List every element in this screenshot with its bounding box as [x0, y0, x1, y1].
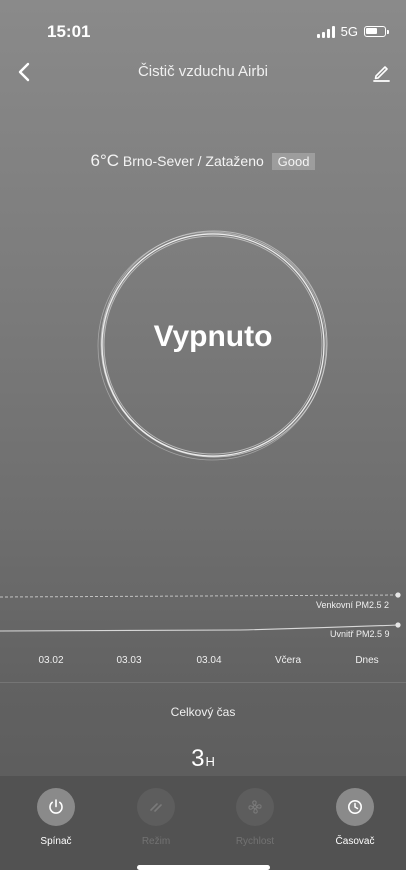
battery-icon	[364, 26, 389, 37]
temperature: 6°C	[90, 151, 120, 170]
air-quality-badge: Good	[271, 153, 316, 170]
timer-icon[interactable]	[336, 788, 374, 826]
page-title: Čistič vzduchu Airbi	[137, 63, 269, 80]
power-icon[interactable]	[37, 788, 75, 826]
outdoor-pm25-label: Venkovní PM2.5 2	[316, 600, 390, 610]
outdoor-pm25-line	[0, 594, 399, 598]
indoor-pm25-point	[395, 622, 401, 628]
divider	[0, 682, 406, 683]
fan-icon[interactable]	[236, 788, 274, 826]
date-label: 03.02	[38, 655, 64, 666]
total-time-label: Celkový čas	[170, 705, 236, 719]
power-state-label: Vypnuto	[153, 320, 273, 353]
location-condition: Brno-Sever / Zataženo	[122, 153, 264, 169]
outdoor-pm25-point	[395, 592, 401, 598]
speed-label: Rychlost	[235, 836, 275, 847]
status-bar: 15:01 5G	[0, 0, 406, 46]
date-axis: 03.02 03.03 03.04 Včera Dnes	[0, 655, 406, 671]
control-bar: Spínač Režim Rychlost Časovač	[0, 776, 406, 870]
signal-icon	[316, 25, 335, 38]
status-indicators: 5G	[316, 24, 389, 39]
mode-icon[interactable]	[137, 788, 175, 826]
mode-label: Režim	[141, 836, 171, 847]
power-label: Spínač	[40, 836, 72, 847]
home-indicator[interactable]	[137, 865, 270, 870]
timer-button[interactable]: Časovač	[320, 788, 390, 847]
network-type: 5G	[340, 24, 358, 39]
total-time-number: 3	[191, 745, 205, 772]
edit-icon[interactable]	[370, 61, 392, 83]
app-screen: 15:01 5G Čistič vzduchu Airbi 6°C Brno-S…	[0, 0, 406, 870]
timer-label: Časovač	[335, 836, 375, 847]
date-label: Včera	[274, 655, 302, 666]
weather-info: 6°C Brno-Sever / Zataženo Good	[0, 151, 406, 171]
indoor-pm25-label: Uvnitř PM2.5 9	[330, 629, 390, 639]
total-time-unit: H	[205, 754, 215, 769]
date-label: 03.04	[196, 655, 222, 666]
date-label: Dnes	[355, 655, 379, 666]
date-label: 03.03	[116, 655, 142, 666]
mode-button[interactable]: Režim	[121, 788, 191, 847]
speed-button[interactable]: Rychlost	[220, 788, 290, 847]
nav-bar: Čistič vzduchu Airbi	[0, 55, 406, 91]
status-time: 15:01	[47, 22, 91, 41]
power-button[interactable]: Spínač	[21, 788, 91, 847]
total-time-value: 3H	[0, 745, 406, 773]
